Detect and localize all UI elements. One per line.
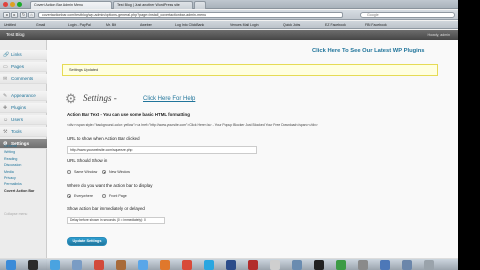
dashboard-icon[interactable] — [28, 260, 38, 270]
bookmark-item[interactable]: Untitled — [4, 23, 16, 27]
radio-label: Same Window — [74, 170, 98, 174]
mail-icon[interactable] — [72, 260, 82, 270]
delay-input[interactable]: Delay before shown in seconds (0 = immed… — [67, 217, 165, 224]
browser-tab-bar: Covert Action Bar Admin Menu Test Blog |… — [0, 0, 458, 9]
radio-label: New Window — [109, 170, 130, 174]
bookmark-item[interactable]: Quick Jobs — [283, 23, 300, 27]
settings-updated-notice: Settings Updated — [62, 64, 438, 76]
bookmark-item[interactable]: EZ Facebook — [325, 23, 346, 27]
help-link[interactable]: Click Here For Help — [143, 96, 195, 102]
itunes-icon[interactable] — [138, 260, 148, 270]
sidebar-item-label: Tools — [11, 129, 22, 134]
sidebar-item-label: Users — [11, 117, 23, 122]
admin-sidebar: 🔗 Links ▭ Pages ✉ Comments ✎ Appearance ✚ Plu… — [0, 40, 47, 270]
new-tab[interactable] — [194, 1, 206, 9]
preview-icon[interactable] — [292, 260, 302, 270]
url-input[interactable]: http://www.yourwebsite.com/squeeze.php — [67, 146, 257, 154]
settings-submenu: General Writing Reading Discussion Media… — [0, 143, 47, 194]
sidebar-item-label: Comments — [11, 76, 34, 81]
sidebar-item-comments[interactable]: ✉ Comments — [0, 74, 47, 84]
filezilla-icon[interactable] — [248, 260, 258, 270]
home-button[interactable]: ⌂ — [28, 12, 35, 18]
bookmark-item[interactable]: Log Into ClickBank — [175, 23, 204, 27]
macos-dock — [0, 258, 458, 270]
close-window-icon[interactable] — [3, 2, 8, 7]
appearance-icon: ✎ — [3, 93, 8, 99]
sidebar-item-label: Plugins — [11, 105, 27, 110]
radio-label: Everywhere — [74, 194, 93, 198]
comments-icon: ✉ — [3, 76, 8, 82]
firefox-icon[interactable] — [160, 260, 170, 270]
bookmark-item[interactable]: Aweber — [140, 23, 152, 27]
sidebar-item-label: Appearance — [11, 93, 36, 98]
sidebar-item-tools[interactable]: ⚒ Tools — [0, 127, 47, 137]
users-icon: ☺ — [3, 117, 9, 123]
bookmark-item[interactable]: Gmail — [36, 23, 45, 27]
sidebar-item-label: Pages — [11, 64, 25, 69]
minimize-window-icon[interactable] — [10, 2, 15, 7]
submenu-item-covert-action-bar[interactable]: Covert Action Bar — [0, 188, 47, 194]
main-content: Click Here To See Our Latest WP Plugins … — [47, 40, 458, 270]
camtasia-icon[interactable] — [336, 260, 346, 270]
finder-icon[interactable] — [6, 260, 16, 270]
action-bar-text-label: Action Bar Text - You can use some basic… — [67, 112, 190, 117]
wp-admin-bar: Test Blog Howdy, admin — [0, 30, 458, 40]
ical-icon[interactable] — [94, 260, 104, 270]
browser-tab[interactable]: Test Blog | Just another WordPress site — [113, 1, 193, 9]
browser-tab[interactable]: Covert Action Bar Admin Menu — [30, 1, 112, 9]
zoom-window-icon[interactable] — [17, 2, 22, 7]
safari-icon[interactable] — [50, 260, 60, 270]
radio-label: Front Page — [109, 194, 127, 198]
sidebar-item-users[interactable]: ☺ Users — [0, 115, 47, 125]
bookmark-item[interactable]: Venues Mail Login — [230, 23, 259, 27]
site-name[interactable]: Test Blog — [6, 32, 25, 37]
sidebar-item-label: Links — [11, 52, 22, 57]
sidebar-item-appearance[interactable]: ✎ Appearance — [0, 91, 47, 101]
radio-new-window[interactable] — [102, 170, 106, 174]
search-input[interactable]: Google — [360, 12, 455, 18]
action-bar-text-input[interactable]: <div><span style="background-color: yell… — [67, 123, 318, 127]
promo-link[interactable]: Click Here To See Our Latest WP Plugins — [312, 48, 425, 54]
page-title: Settings - — [83, 93, 117, 103]
downloads-icon[interactable] — [380, 260, 390, 270]
textedit-icon[interactable] — [270, 260, 280, 270]
bookmark-item[interactable]: Login - PayPal — [68, 23, 91, 27]
screen-frame: Covert Action Bar Admin Menu Test Blog |… — [0, 0, 480, 270]
tools-icon: ⚒ — [3, 129, 8, 135]
address-bar[interactable]: covertactionbar.com/testblog/wp-admin/op… — [38, 12, 343, 18]
bookmark-item[interactable]: Mr. Bit — [106, 23, 116, 27]
settings-gear-icon: ⚙ — [65, 91, 77, 106]
url-label: URL to show when Action Bar clicked — [67, 136, 140, 141]
documents-icon[interactable] — [402, 260, 412, 270]
terminal-icon[interactable] — [314, 260, 324, 270]
radio-same-window[interactable] — [67, 170, 71, 174]
back-button[interactable]: ◂ — [3, 12, 10, 18]
display-location-label: Where do you want the action bar to disp… — [67, 183, 153, 188]
url-show-label: URL Should Show in — [67, 158, 108, 163]
chrome-icon[interactable] — [182, 260, 192, 270]
addressbook-icon[interactable] — [116, 260, 126, 270]
page-icon: ▭ — [3, 64, 8, 70]
screen: Covert Action Bar Admin Menu Test Blog |… — [0, 0, 458, 270]
photoshop-icon[interactable] — [226, 260, 236, 270]
delay-label: Show action bar immediately or delayed — [67, 206, 145, 211]
radio-front-page[interactable] — [102, 194, 106, 198]
sidebar-item-plugins[interactable]: ✚ Plugins — [0, 103, 47, 113]
browser-toolbar: ◂ ▸ ↻ ⌂ covertactionbar.com/testblog/wp-… — [0, 10, 458, 20]
update-settings-button[interactable]: Update Settings — [67, 237, 107, 246]
reload-button[interactable]: ↻ — [20, 12, 27, 18]
skype-icon[interactable] — [204, 260, 214, 270]
radio-everywhere[interactable] — [67, 194, 71, 198]
trash-icon[interactable] — [424, 260, 434, 270]
system-prefs-icon[interactable] — [358, 260, 368, 270]
collapse-menu[interactable]: Collapse menu — [4, 212, 27, 216]
forward-button[interactable]: ▸ — [11, 12, 18, 18]
sidebar-item-links[interactable]: 🔗 Links — [0, 50, 47, 60]
bookmark-item[interactable]: FBI Facebook — [365, 23, 387, 27]
plugin-icon: ✚ — [3, 105, 8, 111]
howdy-user[interactable]: Howdy, admin — [427, 33, 450, 37]
sidebar-item-pages[interactable]: ▭ Pages — [0, 62, 47, 72]
bookmarks-bar: Untitled Gmail Login - PayPal Mr. Bit Aw… — [0, 21, 458, 29]
link-icon: 🔗 — [3, 52, 10, 58]
